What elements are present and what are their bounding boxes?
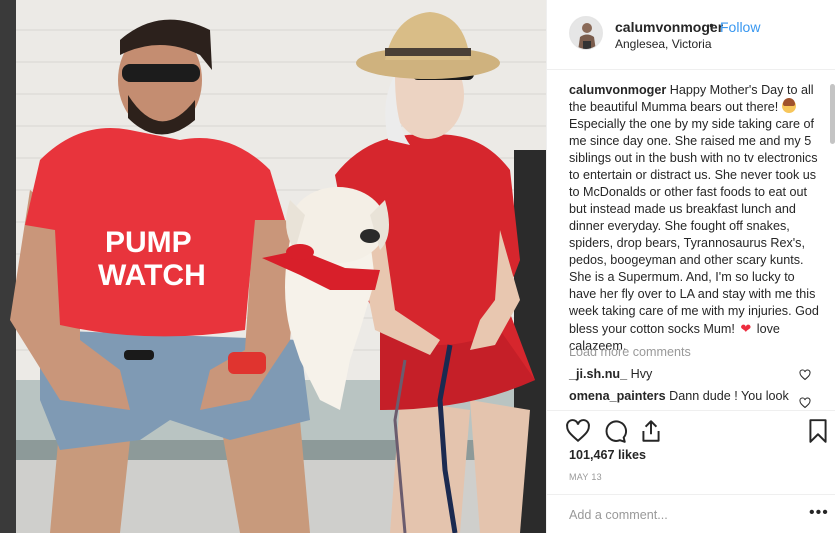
comment-bubble-icon[interactable]: [602, 418, 628, 444]
photo-illustration: PUMP WATCH: [0, 0, 546, 533]
comment-text: Dann dude ! You look: [669, 389, 789, 403]
comment-username[interactable]: omena_painters: [569, 389, 666, 403]
post-date[interactable]: MAY 13: [569, 472, 602, 482]
avatar[interactable]: [569, 16, 603, 50]
add-comment-input[interactable]: [569, 506, 789, 524]
red-heart-emoji-icon: ❤: [740, 321, 752, 336]
comment-like-heart-icon[interactable]: [799, 369, 811, 381]
comment-text: Hvy: [630, 367, 653, 381]
more-options-icon[interactable]: •••: [809, 504, 829, 522]
comments-section[interactable]: calumvonmoger Happy Mother's Day to all …: [547, 71, 835, 409]
comment-username[interactable]: _ji.sh.nu_: [569, 367, 627, 381]
header-username[interactable]: calumvonmoger: [615, 19, 723, 35]
share-icon[interactable]: [638, 418, 664, 444]
location-link[interactable]: Anglesea, Victoria: [615, 37, 712, 51]
comments-scrollbar[interactable]: [830, 84, 835, 144]
header-separator: •: [709, 17, 714, 33]
shirt-text-line2: WATCH: [98, 259, 206, 292]
post-header: calumvonmoger • Follow Anglesea, Victori…: [547, 0, 835, 70]
post-details-panel: calumvonmoger • Follow Anglesea, Victori…: [546, 0, 835, 533]
woman-emoji-icon: [781, 98, 796, 113]
caption: calumvonmoger Happy Mother's Day to all …: [569, 82, 821, 355]
save-bookmark-icon[interactable]: [805, 418, 831, 444]
caption-text-part2: Especially the one by my side taking car…: [569, 117, 819, 336]
likes-count[interactable]: 101,467 likes: [569, 448, 646, 462]
avatar-image: [570, 17, 602, 49]
load-more-comments-button[interactable]: Load more comments: [569, 345, 691, 359]
like-heart-icon[interactable]: [565, 418, 591, 444]
caption-username[interactable]: calumvonmoger: [569, 83, 666, 97]
follow-button[interactable]: Follow: [720, 19, 760, 35]
comment-like-heart-icon[interactable]: [799, 397, 811, 409]
comment-item: omena_painters Dann dude ! You look: [569, 389, 819, 403]
post-photo[interactable]: PUMP WATCH: [0, 0, 546, 533]
comment-item: _ji.sh.nu_ Hvy: [569, 367, 819, 381]
shirt-text-line1: PUMP: [105, 226, 192, 259]
add-comment-bar: •••: [547, 494, 835, 533]
action-bar: [547, 410, 835, 450]
